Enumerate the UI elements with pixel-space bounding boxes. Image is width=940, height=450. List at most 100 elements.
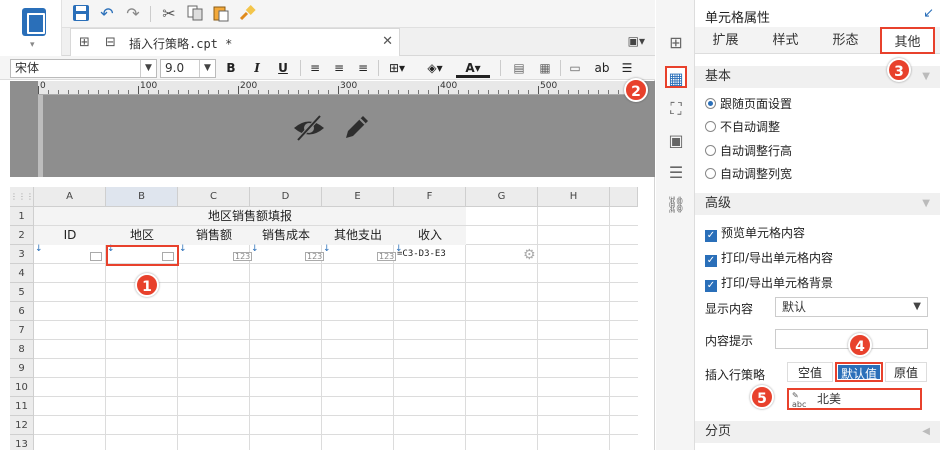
section-paging[interactable]: 分页 ◀ [695, 421, 940, 443]
italic-button[interactable]: I [248, 59, 266, 78]
row-header-2[interactable]: 2 [10, 226, 34, 245]
row-header-1[interactable]: 1 [10, 207, 34, 226]
app-logo[interactable]: ▾ [0, 0, 62, 56]
wrap-text-icon[interactable]: ☰ [618, 59, 636, 78]
font-family-select[interactable]: 宋体 ▼ [10, 59, 157, 78]
widget-icon[interactable]: ▣ [665, 130, 687, 152]
report-title-cell[interactable]: 地区销售额填报 [34, 207, 466, 226]
align-center-icon[interactable]: ≡ [330, 59, 348, 78]
row-header-10[interactable]: 10 [10, 378, 34, 397]
report-icon: ⊟ [105, 35, 116, 50]
column-header-b[interactable]: B [106, 187, 178, 207]
underline-button[interactable]: U [274, 59, 292, 78]
callout-badge-4: 4 [848, 333, 872, 357]
row-header-7[interactable]: 7 [10, 321, 34, 340]
header-cell-sales[interactable]: 销售额 [178, 226, 250, 245]
row-header-11[interactable]: 11 [10, 397, 34, 416]
close-icon[interactable]: ✕ [382, 34, 393, 49]
hide-eye-icon[interactable] [292, 113, 326, 143]
font-size-select[interactable]: 9.0 ▼ [160, 59, 216, 78]
fill-color-icon[interactable]: ◈▾ [420, 59, 450, 78]
row-header-4[interactable]: 4 [10, 264, 34, 283]
column-header-g[interactable]: G [466, 187, 538, 207]
tab-other[interactable]: 其他 [880, 27, 935, 54]
row-header-12[interactable]: 12 [10, 416, 34, 435]
column-header-c[interactable]: C [178, 187, 250, 207]
tab-style[interactable]: 样式 [758, 27, 813, 54]
template-icon[interactable]: ⊞ [665, 32, 687, 54]
font-color-icon[interactable]: A▾ [456, 59, 490, 78]
cut-icon[interactable]: ✂ [158, 4, 180, 24]
save-icon[interactable] [70, 4, 92, 24]
checkbox-print-content[interactable]: ✓ 打印/导出单元格内容 [705, 250, 833, 267]
row-header-8[interactable]: 8 [10, 340, 34, 359]
align-right-icon[interactable]: ≡ [354, 59, 372, 78]
undo-icon[interactable]: ↶ [96, 4, 118, 24]
header-cell-id[interactable]: ID [34, 226, 106, 245]
ruler-tick [578, 90, 579, 94]
checkbox-print-background[interactable]: ✓ 打印/导出单元格背景 [705, 275, 833, 292]
border-icon[interactable]: ⊞▾ [384, 59, 410, 78]
tab-dropdown-icon[interactable]: ▣▾ [628, 34, 645, 48]
gear-icon[interactable]: ⚙ [523, 247, 536, 263]
radio-auto-col-width[interactable]: 自动调整列宽 [705, 166, 792, 182]
grid-row-line [34, 339, 638, 340]
header-cell-cost[interactable]: 销售成本 [250, 226, 322, 245]
column-header-d[interactable]: D [250, 187, 322, 207]
column-header-e[interactable]: E [322, 187, 394, 207]
radio-auto-row-height[interactable]: 自动调整行高 [705, 143, 792, 159]
unmerge-cells-icon[interactable]: ▦ [536, 59, 554, 78]
insert-option-null[interactable]: 空值 [787, 362, 833, 382]
radio-follow-page[interactable]: 跟随页面设置 [705, 96, 792, 112]
ruler-tick [448, 90, 449, 94]
row-header-6[interactable]: 6 [10, 302, 34, 321]
align-left-icon[interactable]: ≡ [306, 59, 324, 78]
dock-arrow-icon[interactable]: ↙ [923, 6, 934, 21]
radio-no-auto[interactable]: 不自动调整 [705, 119, 780, 135]
header-cell-income[interactable]: 收入 [394, 226, 466, 245]
checkbox-preview-content[interactable]: ✓ 预览单元格内容 [705, 225, 805, 242]
display-content-select[interactable]: 默认 ▼ [775, 297, 928, 317]
row-header-5[interactable]: 5 [10, 283, 34, 302]
insert-row-icon[interactable]: ▭ [566, 59, 584, 78]
ruler-tick [158, 90, 159, 94]
spreadsheet-grid: ⋮⋮⋮ A B C D E F G H 1 2 3 4 5 6 7 8 9 10 11 12 13 地区… [10, 187, 638, 450]
insert-option-original[interactable]: 原值 [885, 362, 927, 382]
selected-cell-b3[interactable] [106, 245, 179, 266]
paste-icon[interactable] [210, 4, 232, 24]
tab-form[interactable]: 形态 [818, 27, 873, 54]
ruler-tick [418, 90, 419, 94]
cell-attribute-icon[interactable]: ▦ [665, 66, 687, 88]
bold-button[interactable]: B [222, 59, 240, 78]
condition-icon[interactable]: ☰ [665, 162, 687, 184]
grid-row-line [34, 434, 638, 435]
format-painter-icon[interactable] [236, 4, 258, 24]
formula-cell[interactable]: =C3-D3-E3 [394, 245, 466, 264]
edit-pencil-icon[interactable] [342, 112, 372, 142]
column-header-a[interactable]: A [34, 187, 106, 207]
text-type-icon: ✎ abc [792, 391, 807, 409]
row-header-3[interactable]: 3 [10, 245, 34, 264]
tab-insert-row-policy[interactable]: ⊞ ⊟ 插入行策略.cpt * ✕ [70, 28, 400, 56]
property-side-bar: ⊞ ▦ ⛶ ▣ ☰ ⛓ [656, 0, 695, 450]
header-cell-other[interactable]: 其他支出 [322, 226, 394, 245]
redo-icon[interactable]: ↷ [122, 4, 144, 24]
tab-expand[interactable]: 扩展 [698, 27, 753, 54]
crop-icon[interactable]: ⛶ [665, 98, 687, 120]
copy-icon[interactable] [184, 4, 206, 24]
default-value-input[interactable]: ✎ abc 北美 [787, 388, 922, 410]
section-advanced[interactable]: 高级 ▼ [695, 193, 940, 215]
merge-cells-icon[interactable]: ▤ [510, 59, 528, 78]
link-icon[interactable]: ⛓ [665, 194, 687, 216]
select-all-corner[interactable]: ⋮⋮⋮ [10, 187, 34, 207]
column-header-h[interactable]: H [538, 187, 610, 207]
header-cell-region[interactable]: 地区 [106, 226, 178, 245]
expand-down-icon: ↓ [35, 244, 43, 254]
row-header-9[interactable]: 9 [10, 359, 34, 378]
insert-option-default[interactable]: 默认值 [835, 362, 883, 382]
row-header-13[interactable]: 13 [10, 435, 34, 450]
ruler-tick [218, 90, 219, 94]
column-header-f[interactable]: F [394, 187, 466, 207]
text-button[interactable]: ab [592, 59, 612, 78]
tab-label: 插入行策略.cpt * [129, 37, 233, 51]
